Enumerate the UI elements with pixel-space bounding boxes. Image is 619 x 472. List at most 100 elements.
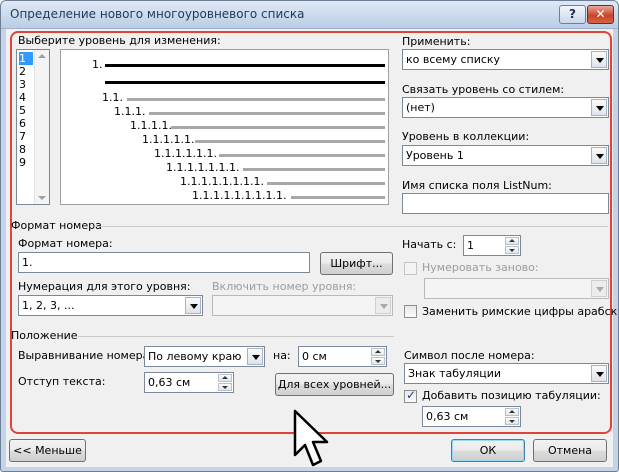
ok-button[interactable]: ОК <box>451 439 525 462</box>
set-all-levels-button[interactable]: Для всех уровней... <box>275 373 394 396</box>
aligned-at-value: 0 см <box>302 350 327 363</box>
section-divider <box>96 226 608 227</box>
number-format-label: Формат номера: <box>18 237 113 250</box>
preview-label: 1.1.1.1.1.1.1.1. <box>180 175 264 188</box>
start-at-label: Начать с: <box>402 238 457 251</box>
help-button[interactable]: ? <box>559 5 586 24</box>
preview-label: 1.1.1.1.1.1.1.1.1. <box>192 189 287 202</box>
preview-line <box>195 140 385 143</box>
apply-combo[interactable]: ко всему списку <box>402 49 609 70</box>
include-level-label: Включить номер уровня: <box>212 280 357 293</box>
gallery-level-combo[interactable]: Уровень 1 <box>402 145 609 166</box>
preview-label: 1.1.1.1.1. <box>142 133 195 146</box>
preview-label: 1.1.1.1.1.1.1. <box>166 161 240 174</box>
text-indent-spinner[interactable] <box>218 374 232 391</box>
window-title: Определение нового многоуровневого списк… <box>10 7 305 21</box>
level-select-label: Выберите уровень для изменения: <box>18 34 221 47</box>
position-section-title: Положение <box>11 329 78 342</box>
link-style-label: Связать уровень со стилем: <box>402 83 565 96</box>
chevron-down-icon[interactable] <box>247 348 263 365</box>
tab-stop-input[interactable]: 0,63 см <box>422 406 521 427</box>
tab-stop-spinner[interactable] <box>505 408 519 425</box>
start-at-value: 1 <box>467 239 474 252</box>
preview-label: 1. <box>92 58 103 71</box>
cancel-button[interactable]: Отмена <box>533 439 607 462</box>
spin-up-icon[interactable] <box>371 348 385 356</box>
add-tab-stop-checkbox[interactable] <box>404 388 417 403</box>
preview-label: 1.1.1.1. <box>130 119 172 132</box>
dialog-body: Выберите уровень для изменения: 1 2 3 4 … <box>6 29 618 467</box>
preview-label: 1.1.1.1.1.1. <box>154 147 217 160</box>
restart-checkbox[interactable] <box>404 262 417 275</box>
chevron-down-icon[interactable] <box>591 147 607 164</box>
restart-label: Нумеровать заново: <box>422 261 539 274</box>
spin-up-icon[interactable] <box>505 237 519 245</box>
number-style-value: 1, 2, 3, ... <box>22 299 75 312</box>
spin-down-icon[interactable] <box>218 383 232 391</box>
less-button[interactable]: << Меньше <box>9 439 86 462</box>
link-style-combo[interactable]: (нет) <box>402 97 609 118</box>
start-at-spinner[interactable] <box>505 237 519 254</box>
follow-number-value: Знак табуляции <box>408 367 502 380</box>
text-indent-value: 0,63 см <box>148 376 191 389</box>
aligned-at-spinner[interactable] <box>371 348 385 365</box>
aligned-at-label: на: <box>273 349 291 362</box>
apply-label: Применить: <box>402 35 471 48</box>
number-style-combo[interactable]: 1, 2, 3, ... <box>18 295 203 316</box>
level-item[interactable]: 6 <box>19 117 33 130</box>
level-item[interactable]: 8 <box>19 143 33 156</box>
chevron-down-icon[interactable] <box>591 280 607 297</box>
spin-down-icon[interactable] <box>371 357 385 365</box>
aligned-at-input[interactable]: 0 см <box>298 346 387 367</box>
chevron-down-icon[interactable] <box>591 99 607 116</box>
gallery-level-label: Уровень в коллекции: <box>402 130 530 143</box>
legal-numbering-checkbox[interactable] <box>404 305 417 318</box>
level-item[interactable]: 3 <box>19 78 33 91</box>
level-item[interactable]: 9 <box>19 156 33 169</box>
level-item[interactable]: 2 <box>19 65 33 78</box>
preview-line <box>105 81 385 84</box>
text-indent-input[interactable]: 0,63 см <box>144 372 234 393</box>
start-at-input[interactable]: 1 <box>463 235 521 256</box>
restart-combo[interactable] <box>424 278 609 299</box>
align-combo[interactable]: По левому краю <box>144 346 265 367</box>
number-format-section-title: Формат номера <box>11 219 102 232</box>
level-list-scrollbar[interactable] <box>34 50 49 204</box>
spin-down-icon[interactable] <box>505 417 519 425</box>
preview-label: 1.1. <box>102 91 123 104</box>
level-item[interactable]: 1 <box>19 52 33 65</box>
preview-line <box>171 126 385 129</box>
preview-line <box>219 154 385 157</box>
font-button[interactable]: Шрифт... <box>320 252 393 275</box>
dialog-window: Определение нового многоуровневого списк… <box>0 0 619 472</box>
chevron-down-icon[interactable] <box>185 297 201 314</box>
gallery-level-value: Уровень 1 <box>406 149 464 162</box>
title-bar[interactable]: Определение нового многоуровневого списк… <box>1 1 618 29</box>
apply-value: ко всему списку <box>406 53 501 66</box>
tab-stop-value: 0,63 см <box>426 410 469 423</box>
spin-up-icon[interactable] <box>218 374 232 382</box>
preview-line <box>105 64 385 67</box>
level-item[interactable]: 7 <box>19 130 33 143</box>
align-label: Выравнивание номера: <box>18 349 154 362</box>
level-item[interactable]: 4 <box>19 91 33 104</box>
listnum-input[interactable] <box>402 193 609 214</box>
mouse-pointer-icon <box>293 409 329 467</box>
preview-line <box>127 98 385 101</box>
spin-up-icon[interactable] <box>505 408 519 416</box>
preview-line <box>243 168 385 171</box>
level-item[interactable]: 5 <box>19 104 33 117</box>
close-button[interactable]: ✕ <box>587 5 614 24</box>
number-format-value: 1. <box>22 256 33 269</box>
include-level-combo[interactable] <box>212 295 393 316</box>
link-style-value: (нет) <box>406 101 435 114</box>
chevron-down-icon[interactable] <box>375 297 391 314</box>
text-indent-label: Отступ текста: <box>18 375 106 388</box>
add-tab-stop-label: Добавить позицию табуляции: <box>422 389 601 402</box>
chevron-down-icon[interactable] <box>591 365 607 382</box>
number-format-input[interactable]: 1. <box>18 252 310 273</box>
chevron-down-icon[interactable] <box>591 51 607 68</box>
level-list[interactable]: 1 2 3 4 5 6 7 8 9 <box>16 49 50 205</box>
spin-down-icon[interactable] <box>505 246 519 254</box>
follow-number-combo[interactable]: Знак табуляции <box>404 363 609 384</box>
